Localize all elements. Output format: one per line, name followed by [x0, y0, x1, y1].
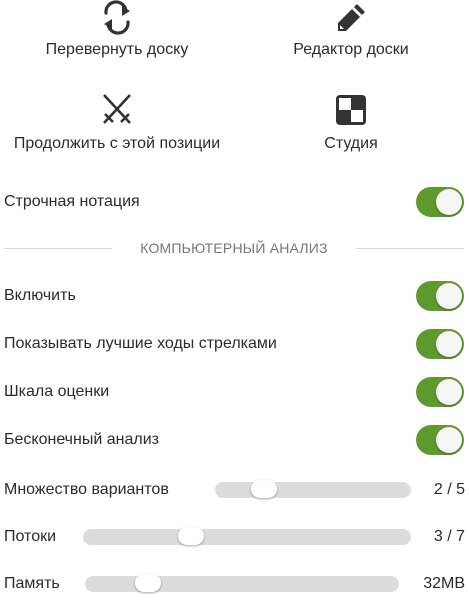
- section-divider: КОМПЬЮТЕРНЫЙ АНАЛИЗ: [4, 238, 464, 258]
- board-editor-button[interactable]: Редактор доски: [234, 0, 468, 60]
- pencil-icon: [338, 4, 365, 31]
- continue-from-position-label: Продолжить с этой позиции: [13, 135, 221, 152]
- toggle-knob: [436, 283, 462, 309]
- memory-slider[interactable]: [85, 574, 399, 592]
- board-editor-label: Редактор доски: [293, 41, 409, 58]
- threads-slider[interactable]: [83, 527, 411, 545]
- setting-multipv: Множество вариантов 2 / 5: [0, 470, 469, 510]
- multipv-value: 2 / 5: [433, 481, 465, 498]
- toggle-knob: [436, 189, 462, 215]
- slider-thumb[interactable]: [178, 527, 205, 545]
- multipv-label: Множество вариантов: [4, 481, 169, 498]
- setting-evaluation-gauge: Шкала оценки: [0, 372, 469, 412]
- slider-thumb[interactable]: [251, 480, 277, 498]
- evaluation-gauge-label: Шкала оценки: [4, 383, 110, 400]
- setting-best-move-arrows: Показывать лучшие ходы стрелками: [0, 324, 469, 364]
- threads-value: 3 / 7: [433, 528, 465, 545]
- setting-enable-analysis: Включить: [0, 276, 469, 316]
- toggle-knob: [436, 331, 462, 357]
- crossed-swords-icon: [103, 94, 131, 124]
- setting-threads: Потоки 3 / 7: [0, 517, 469, 557]
- study-board-icon: [336, 95, 366, 125]
- setting-infinite-analysis: Бесконечный анализ: [0, 420, 469, 460]
- setting-memory: Память 32MB: [0, 564, 469, 604]
- enable-analysis-label: Включить: [4, 287, 76, 304]
- memory-label: Память: [4, 575, 60, 592]
- memory-value: 32MB: [423, 575, 465, 592]
- toggle-knob: [436, 427, 462, 453]
- infinite-analysis-toggle[interactable]: [416, 425, 464, 455]
- continue-from-position-button[interactable]: Продолжить с этой позиции: [0, 92, 234, 154]
- flip-board-label: Перевернуть доску: [45, 41, 189, 58]
- flip-board-button[interactable]: Перевернуть доску: [0, 0, 234, 60]
- multipv-slider[interactable]: [215, 480, 411, 498]
- infinite-analysis-label: Бесконечный анализ: [4, 431, 159, 448]
- threads-label: Потоки: [4, 528, 57, 545]
- toggle-knob: [436, 379, 462, 405]
- study-label: Студия: [324, 135, 378, 152]
- best-move-arrows-label: Показывать лучшие ходы стрелками: [4, 335, 277, 352]
- flip-board-icon: [104, 0, 130, 35]
- divider-line-right: [356, 248, 464, 249]
- inline-notation-toggle[interactable]: [416, 187, 464, 217]
- study-button[interactable]: Студия: [234, 92, 468, 154]
- evaluation-gauge-toggle[interactable]: [416, 377, 464, 407]
- setting-inline-notation: Строчная нотация: [0, 182, 469, 222]
- slider-thumb[interactable]: [134, 574, 161, 592]
- inline-notation-label: Строчная нотация: [4, 193, 140, 210]
- enable-analysis-toggle[interactable]: [416, 281, 464, 311]
- best-move-arrows-toggle[interactable]: [416, 329, 464, 359]
